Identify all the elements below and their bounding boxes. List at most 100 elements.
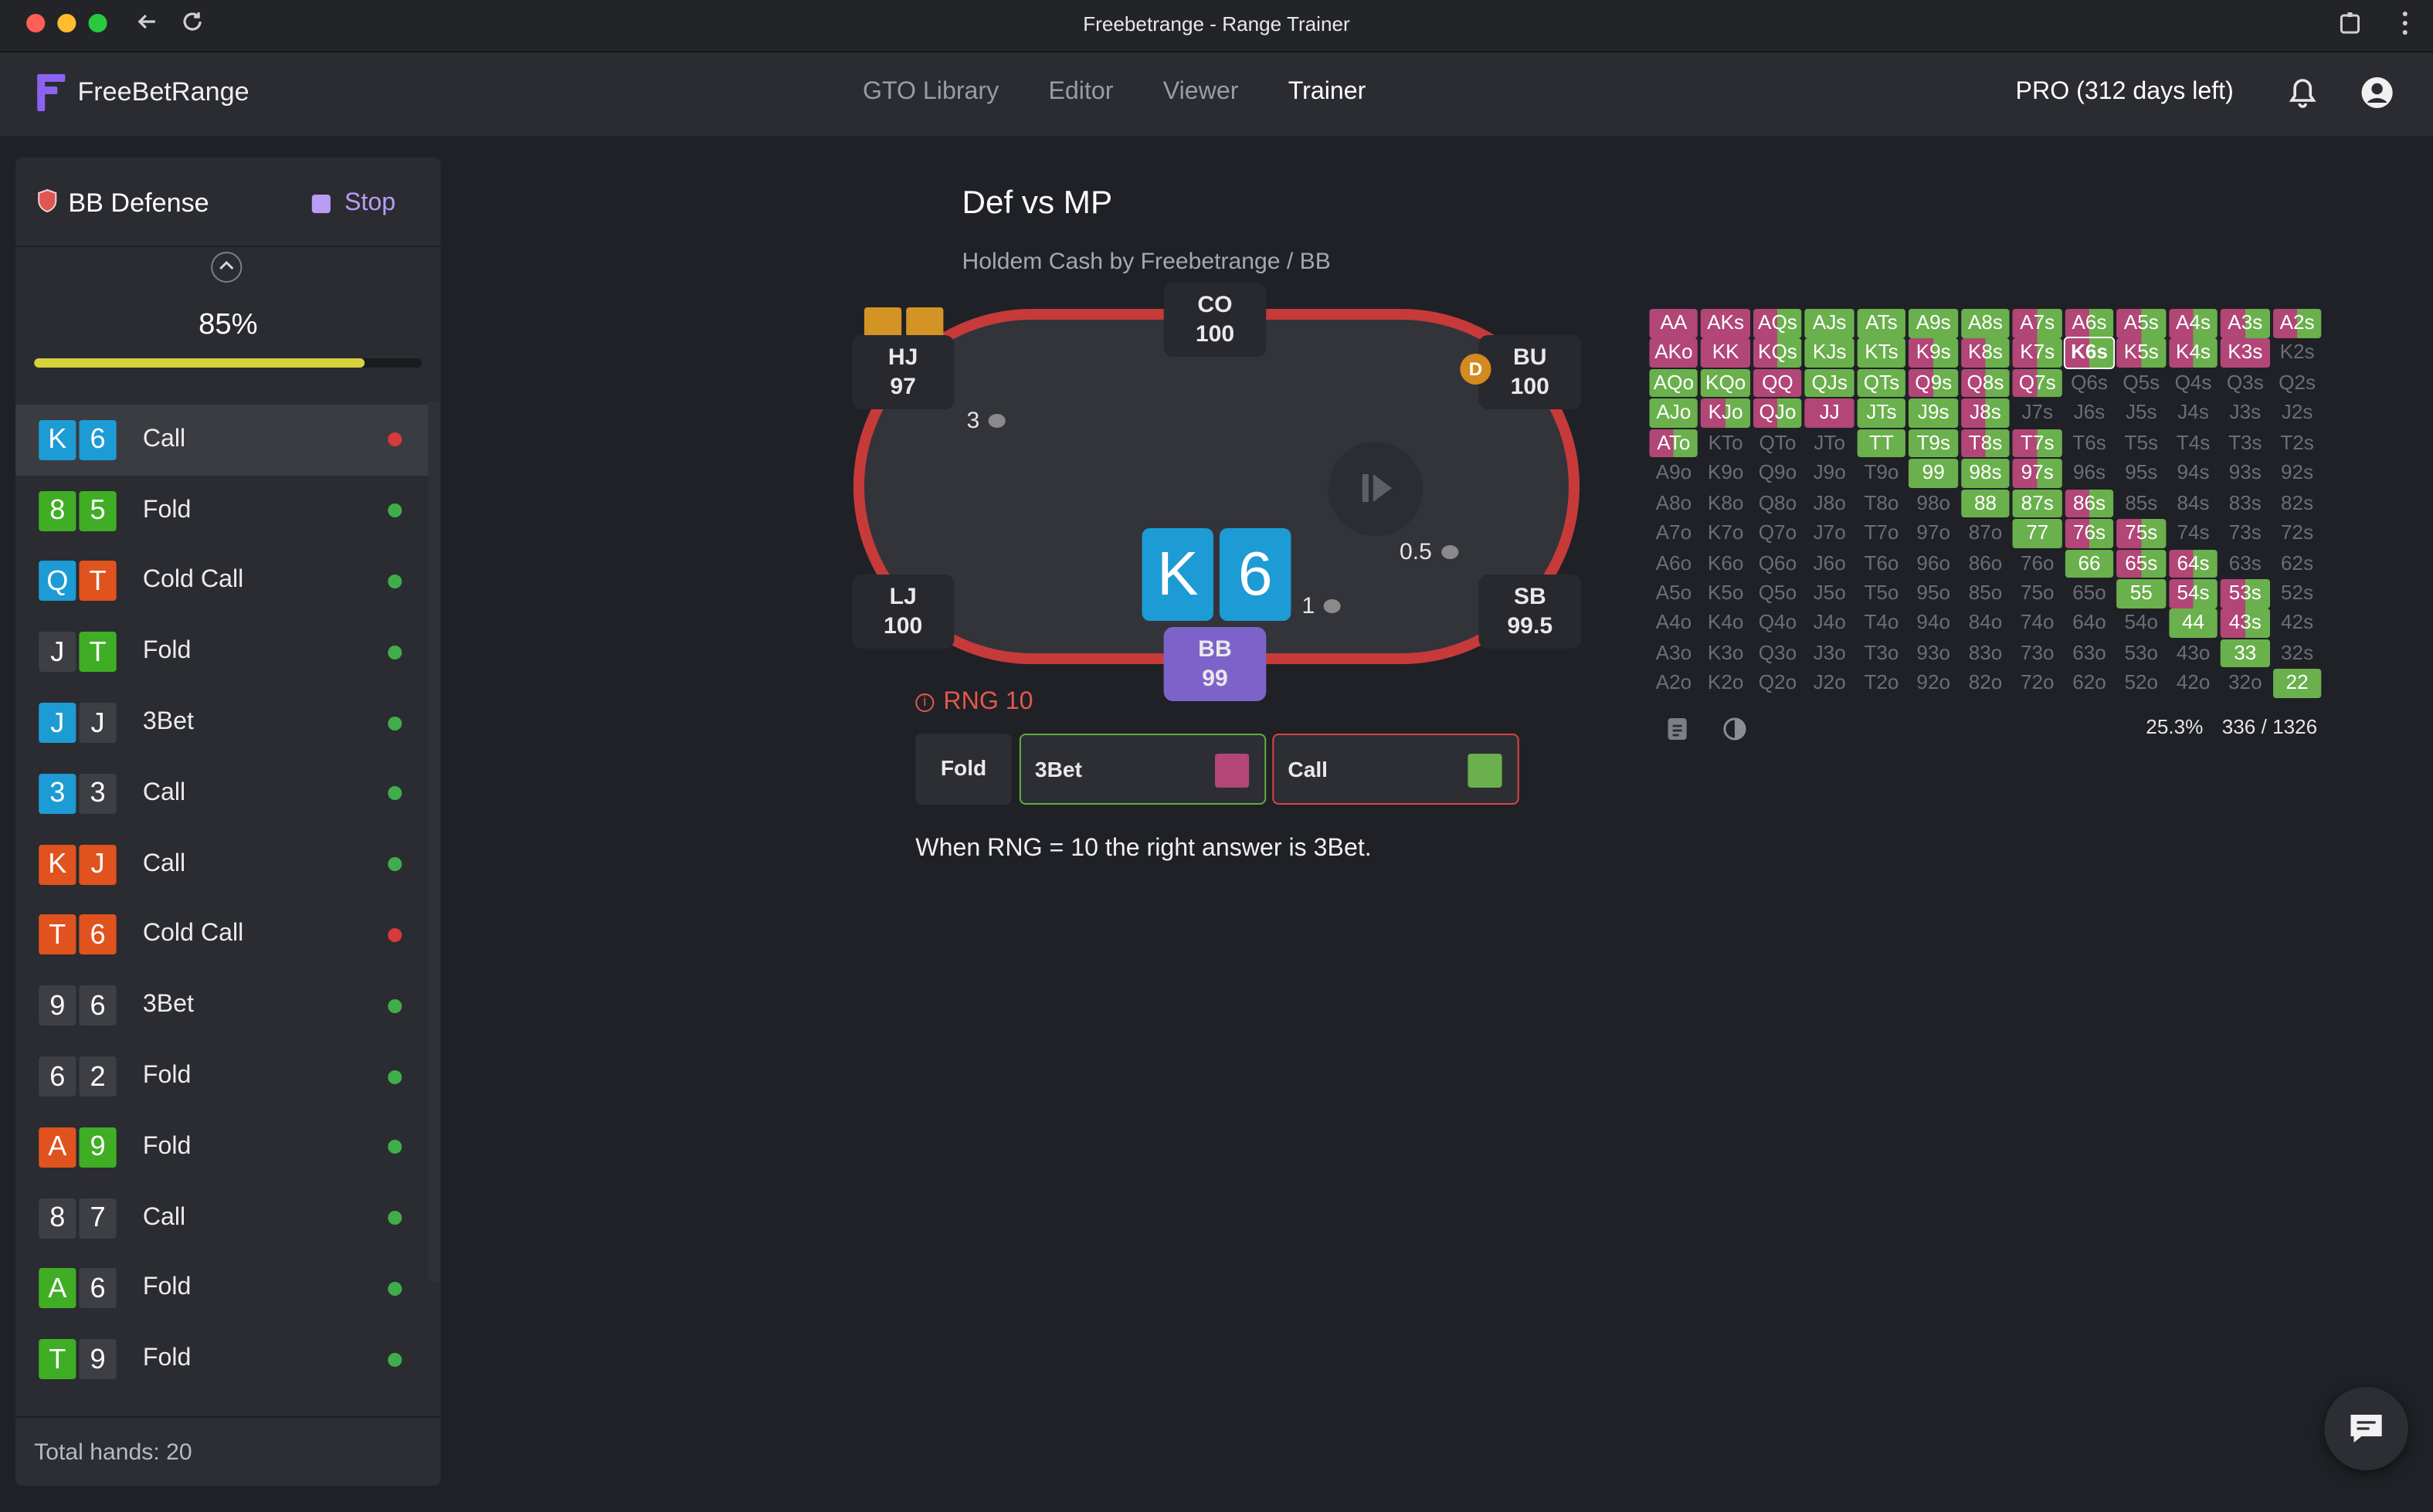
range-cell[interactable]: J5s (2117, 399, 2166, 428)
range-cell[interactable]: AJo (1649, 398, 1698, 428)
3bet-button[interactable]: 3Bet (1019, 734, 1267, 805)
range-cell[interactable]: 43o (2169, 639, 2218, 668)
range-cell[interactable]: T5o (1858, 579, 1906, 608)
range-cell[interactable]: 62o (2065, 670, 2114, 698)
range-cell[interactable]: Q6o (1753, 549, 1802, 578)
range-cell[interactable]: K5o (1702, 579, 1750, 608)
range-cell[interactable]: J4s (2169, 399, 2218, 428)
hand-history-item[interactable]: A 6 Fold (15, 1253, 428, 1324)
range-cell[interactable]: Q6s (2065, 369, 2114, 398)
range-cell[interactable]: A4s (2169, 309, 2218, 338)
hand-history-item[interactable]: J T Fold (15, 617, 428, 688)
range-cell[interactable]: 66 (2065, 549, 2114, 578)
range-cell[interactable]: A3o (1649, 639, 1698, 668)
range-cell[interactable]: K4o (1702, 609, 1750, 638)
range-cell[interactable]: A8o (1649, 489, 1698, 517)
range-cell[interactable]: 95o (1909, 579, 1958, 608)
range-cell[interactable]: K9o (1702, 459, 1750, 487)
range-cell[interactable]: 32s (2273, 639, 2322, 668)
range-cell[interactable]: J6o (1805, 549, 1854, 578)
range-cell[interactable]: KQo (1701, 368, 1750, 398)
range-cell[interactable]: 98s (1961, 459, 2010, 488)
range-cell[interactable]: K2o (1702, 670, 1750, 698)
range-cell[interactable]: 97o (1909, 519, 1958, 548)
range-cell[interactable]: K2s (2273, 339, 2322, 368)
range-cell[interactable]: T4s (2169, 429, 2218, 458)
range-cell[interactable]: A4o (1649, 609, 1698, 638)
range-cell[interactable]: 74o (2013, 609, 2061, 638)
range-cell[interactable]: J6s (2065, 399, 2114, 428)
nav-editor[interactable]: Editor (1048, 79, 1113, 107)
range-cell[interactable]: 52o (2117, 670, 2166, 698)
range-cell[interactable]: T5s (2117, 429, 2166, 458)
range-cell[interactable]: 64o (2065, 609, 2114, 638)
range-cell[interactable]: K8o (1702, 489, 1750, 517)
nav-viewer[interactable]: Viewer (1163, 79, 1239, 107)
range-cell[interactable]: 98o (1909, 489, 1958, 517)
range-cell[interactable]: A6o (1649, 549, 1698, 578)
range-cell[interactable]: 75o (2013, 579, 2061, 608)
range-cell[interactable]: JJ (1805, 398, 1854, 428)
range-cell[interactable]: J9s (1909, 398, 1958, 428)
range-cell[interactable]: Q3o (1753, 639, 1802, 668)
range-cell[interactable]: T8o (1858, 489, 1906, 517)
range-cell[interactable]: Q8s (1961, 368, 2010, 398)
range-cell[interactable]: JTo (1805, 429, 1854, 458)
range-cell[interactable]: 95s (2117, 459, 2166, 487)
range-cell[interactable]: Q5o (1753, 579, 1802, 608)
hand-history-item[interactable]: 8 5 Fold (15, 476, 428, 547)
hand-history-item[interactable]: Q T Cold Call (15, 546, 428, 617)
range-cell[interactable]: Q7o (1753, 519, 1802, 548)
range-cell[interactable]: 87s (2013, 489, 2062, 518)
range-cell[interactable]: 74s (2169, 519, 2218, 548)
range-cell[interactable]: QJo (1753, 398, 1802, 428)
range-cell[interactable]: AQo (1649, 368, 1698, 398)
range-cell[interactable]: J2o (1805, 670, 1854, 698)
range-cell[interactable]: 86o (1961, 549, 2010, 578)
range-cell[interactable]: 32o (2221, 670, 2269, 698)
range-cell[interactable]: 82o (1961, 670, 2010, 698)
range-cell[interactable]: T6o (1858, 549, 1906, 578)
fold-button[interactable]: Fold (915, 734, 1012, 805)
chevron-up-icon[interactable] (211, 252, 243, 283)
range-cell[interactable]: QQ (1753, 368, 1802, 398)
range-cell[interactable]: KJo (1701, 398, 1750, 428)
range-cell[interactable]: K3s (2221, 338, 2270, 368)
range-cell[interactable]: J4o (1805, 609, 1854, 638)
range-cell[interactable]: Q9o (1753, 459, 1802, 487)
range-cell[interactable]: KQs (1753, 338, 1802, 368)
range-cell[interactable]: T8s (1961, 429, 2010, 458)
range-cell[interactable]: 76s (2065, 519, 2114, 548)
range-cell[interactable]: 73o (2013, 639, 2061, 668)
range-cell[interactable]: T7s (2013, 429, 2062, 458)
range-cell[interactable]: ATo (1649, 429, 1698, 458)
range-cell[interactable]: 54o (2117, 609, 2166, 638)
range-cell[interactable]: K6s (2063, 337, 2116, 370)
range-cell[interactable]: 53o (2117, 639, 2166, 668)
range-cell[interactable]: J5o (1805, 579, 1854, 608)
range-cell[interactable]: 88 (1961, 489, 2010, 518)
range-cell[interactable]: K3o (1702, 639, 1750, 668)
stop-button[interactable]: Stop (311, 190, 395, 218)
hand-history-item[interactable]: A 9 Fold (15, 1112, 428, 1183)
range-cell[interactable]: QTo (1753, 429, 1802, 458)
range-cell[interactable]: A9s (1909, 309, 1958, 338)
hand-history-item[interactable]: 6 2 Fold (15, 1041, 428, 1112)
range-cell[interactable]: Q7s (2013, 368, 2062, 398)
range-cell[interactable]: 92o (1909, 670, 1958, 698)
kebab-icon[interactable] (2401, 9, 2410, 43)
range-cell[interactable]: J3s (2221, 399, 2269, 428)
range-cell[interactable]: KJs (1805, 338, 1854, 368)
range-cell[interactable]: Q4s (2169, 369, 2218, 398)
range-cell[interactable]: AJs (1805, 309, 1854, 338)
range-cell[interactable]: KTs (1857, 338, 1906, 368)
range-cell[interactable]: 63s (2221, 549, 2269, 578)
hand-history-item[interactable]: 9 6 3Bet (15, 971, 428, 1042)
range-cell[interactable]: 94o (1909, 609, 1958, 638)
range-cell[interactable]: J2s (2273, 399, 2322, 428)
notes-icon[interactable] (1667, 717, 1688, 746)
range-cell[interactable]: 84s (2169, 489, 2218, 517)
plan-status[interactable]: PRO (312 days left) (2016, 79, 2234, 107)
range-cell[interactable]: Q5s (2117, 369, 2166, 398)
range-cell[interactable]: 83o (1961, 639, 2010, 668)
